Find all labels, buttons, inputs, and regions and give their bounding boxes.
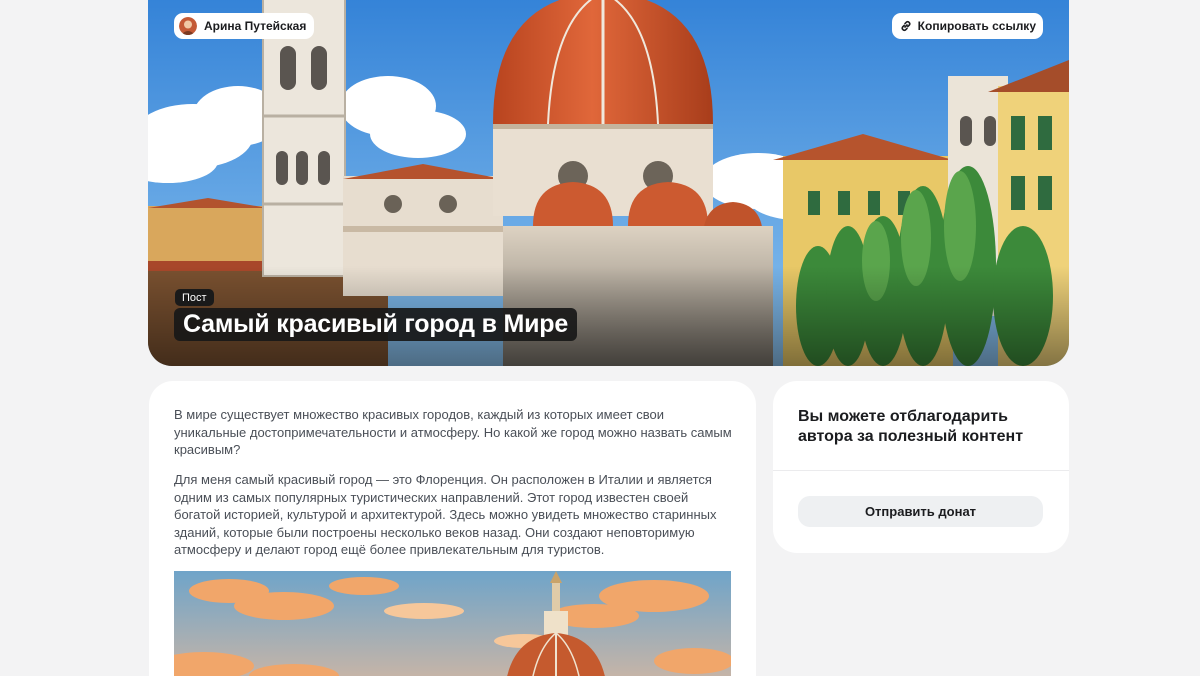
copy-link-button[interactable]: Копировать ссылку <box>891 13 1043 39</box>
author-name: Арина Путейская <box>204 19 307 33</box>
article-paragraph: Для меня самый красивый город — это Флор… <box>174 472 717 557</box>
article-image <box>174 571 731 676</box>
hero-banner: Арина Путейская Копировать ссылку Пост С… <box>148 0 1069 366</box>
article-paragraph: В мире существует множество красивых гор… <box>174 407 732 457</box>
avatar <box>179 17 197 35</box>
author-chip[interactable]: Арина Путейская <box>174 13 315 39</box>
copy-link-label: Копировать ссылку <box>917 19 1036 33</box>
post-type-badge: Пост <box>175 289 214 306</box>
article-card: В мире существует множество красивых гор… <box>149 381 756 676</box>
link-icon <box>901 20 911 32</box>
donate-title: Вы можете отблагодарить автора за полезн… <box>798 408 1024 445</box>
post-title: Самый красивый город в Мире <box>174 308 578 341</box>
donate-card: Вы можете отблагодарить автора за полезн… <box>773 381 1069 553</box>
donate-button[interactable]: Отправить донат <box>798 496 1043 527</box>
divider <box>773 470 1069 471</box>
